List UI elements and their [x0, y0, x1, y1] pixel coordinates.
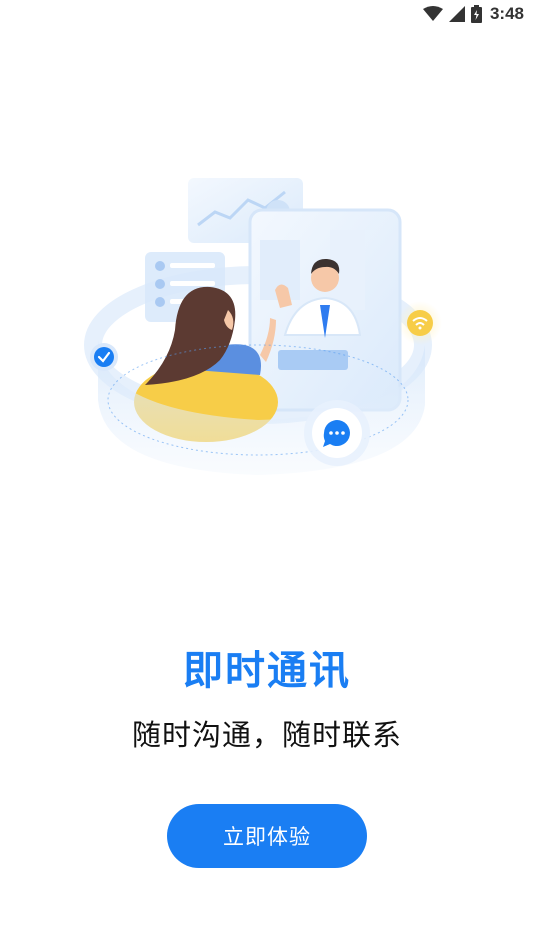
video-chat-illustration [84, 178, 442, 475]
check-badge-icon [90, 343, 118, 371]
message-card [278, 350, 348, 370]
status-time: 3:48 [489, 4, 524, 23]
wifi-icon [422, 6, 443, 21]
status-icons: 3:48 [422, 3, 524, 25]
status-bar: 3:48 [0, 0, 534, 30]
onboarding-title: 即时通讯 [183, 648, 351, 694]
onboarding-subtitle: 随时沟通，随时联系 [131, 718, 402, 752]
onboarding-screen: 3:48 即时通讯 随时沟通，随时联系 立即体验 [0, 0, 534, 950]
wifi-badge-icon [398, 301, 442, 345]
chat-bubble-icon [304, 400, 370, 466]
try-now-button[interactable]: 立即体验 [167, 804, 367, 868]
battery-icon [470, 5, 482, 23]
cell-signal-icon [448, 6, 465, 22]
